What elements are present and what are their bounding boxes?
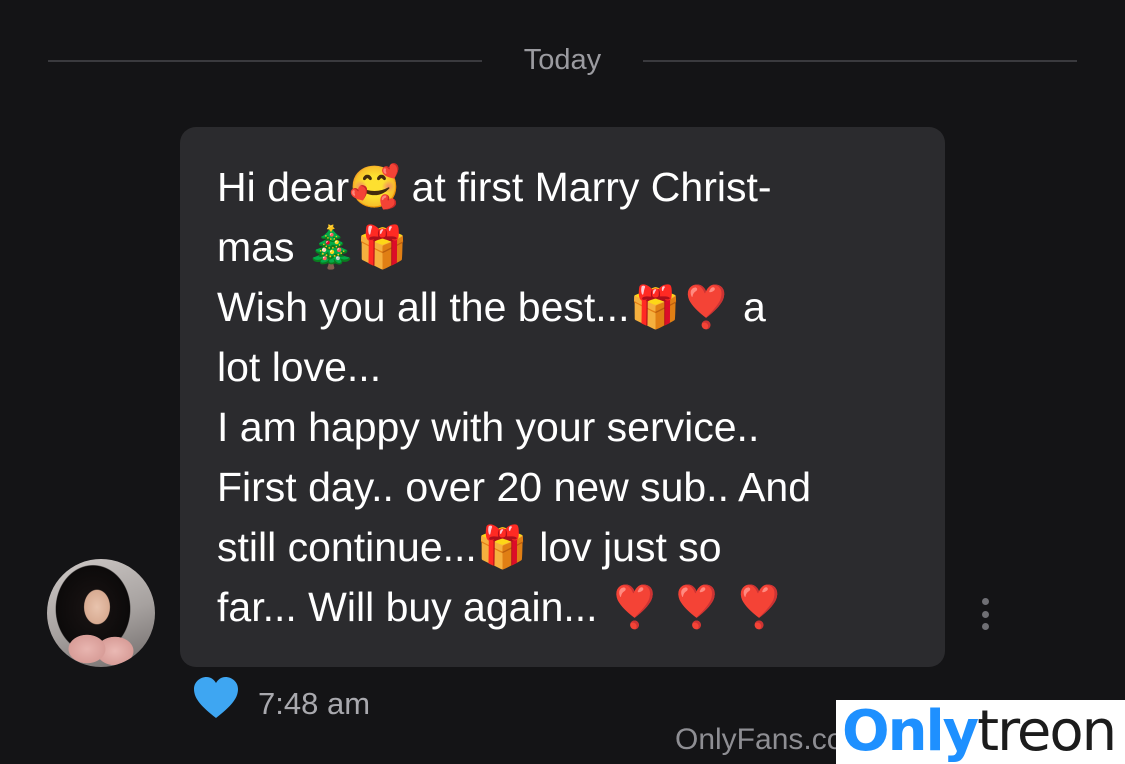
logo-text-only: Only <box>842 700 979 764</box>
more-dot <box>981 623 989 630</box>
date-divider-label: Today <box>523 44 602 76</box>
sender-avatar[interactable] <box>47 559 155 667</box>
message-timestamp: 7:48 am <box>258 686 371 721</box>
heart-icon[interactable] <box>192 676 240 720</box>
logo-text-treon: treon <box>977 700 1117 764</box>
more-dot <box>981 598 989 605</box>
message-text: Hi dear🥰 at first Marry Christ- mas 🎄🎁 W… <box>217 164 812 630</box>
more-dot <box>981 610 989 618</box>
site-watermark: OnlyFans.com <box>675 723 839 756</box>
divider-line-left <box>48 60 482 62</box>
divider-line-right <box>643 60 1077 62</box>
date-divider: Today <box>48 40 1077 80</box>
more-vertical-icon[interactable] <box>972 596 998 632</box>
onlytreon-logo-watermark: Only treon <box>836 700 1125 764</box>
message-bubble[interactable]: Hi dear🥰 at first Marry Christ- mas 🎄🎁 W… <box>180 127 945 667</box>
